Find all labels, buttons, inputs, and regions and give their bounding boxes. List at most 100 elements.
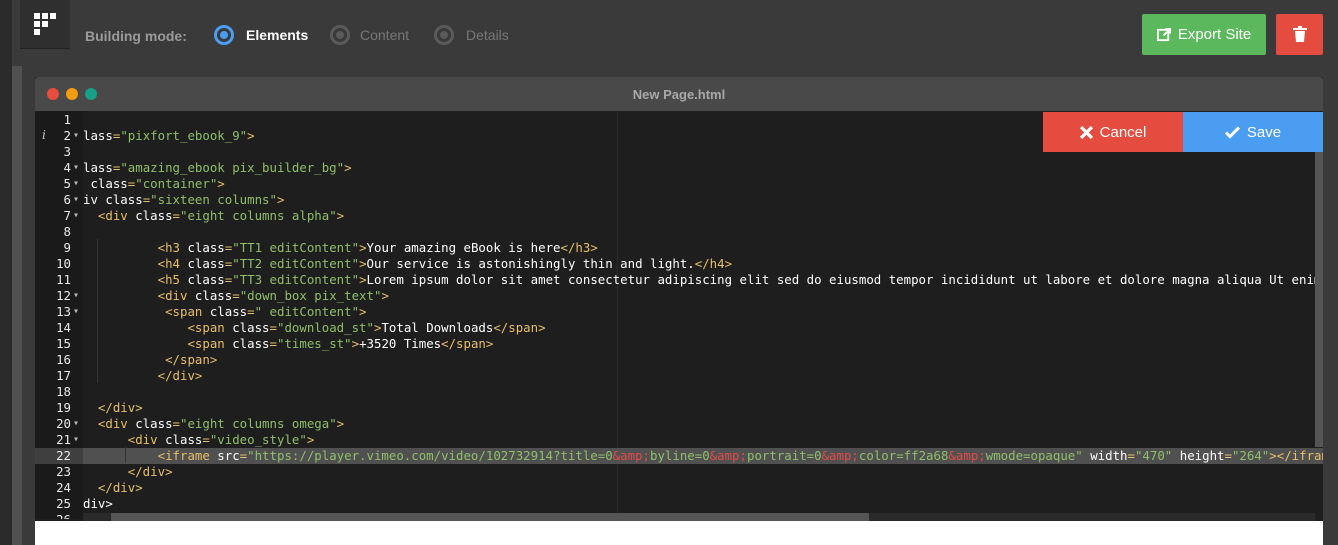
line-number: 20 (56, 416, 71, 431)
line-number: 17 (56, 368, 71, 383)
line-number: 23 (56, 464, 71, 479)
code-text: class="container"> (83, 176, 225, 191)
code-line[interactable]: 12 ▾ <div class="down_box pix_text"> (35, 288, 1323, 304)
code-text: <div class="eight columns omega"> (97, 416, 345, 431)
code-line[interactable]: 7 ▾ <div class="eight columns alpha"> (35, 208, 1323, 224)
radio-content[interactable] (330, 25, 350, 45)
code-text: <div class="video_style"> (127, 432, 315, 447)
save-button[interactable]: Save (1183, 112, 1323, 152)
code-line[interactable]: 11 <h5 class="TT3 editContent">Lorem ips… (35, 272, 1323, 288)
fold-toggle-icon[interactable]: ▾ (73, 432, 79, 448)
code-line[interactable]: 23 </div> (35, 464, 1323, 480)
code-line[interactable]: 16 </span> (35, 352, 1323, 368)
radio-details-label[interactable]: Details (466, 27, 509, 43)
radio-details[interactable] (434, 25, 454, 45)
code-text: div> (83, 496, 113, 511)
line-number: 2 (63, 128, 71, 143)
left-edge-panel (12, 66, 22, 545)
line-number: 3 (63, 144, 71, 159)
code-line[interactable]: 21 ▾ <div class="video_style"> (35, 432, 1323, 448)
line-number: 12 (56, 288, 71, 303)
code-line[interactable]: 24 </div> (35, 480, 1323, 496)
horizontal-scrollbar-thumb[interactable] (111, 513, 869, 521)
fold-toggle-icon[interactable]: ▾ (73, 416, 79, 432)
cancel-label: Cancel (1099, 123, 1147, 141)
code-editor-window: New Page.html i 1 2 ▾ lass="pixfort_ebook_9… (35, 77, 1323, 545)
code-line[interactable]: 9 <h3 class="TT1 editContent">Your amazi… (35, 240, 1323, 256)
fold-toggle-icon[interactable]: ▾ (73, 128, 79, 144)
window-titlebar: New Page.html (35, 77, 1323, 111)
line-number: 21 (56, 432, 71, 447)
fold-toggle-icon[interactable]: ▾ (73, 160, 79, 176)
code-line[interactable]: 19 </div> (35, 400, 1323, 416)
line-number: 15 (56, 336, 71, 351)
fold-toggle-icon[interactable]: ▾ (73, 208, 79, 224)
line-number: 1 (63, 112, 71, 127)
radio-elements-label[interactable]: Elements (246, 27, 308, 43)
code-text: <h3 class="TT1 editContent">Your amazing… (157, 240, 598, 255)
code-line[interactable]: 4 ▾ lass="amazing_ebook pix_builder_bg"> (35, 160, 1323, 176)
code-text: lass="pixfort_ebook_9"> (83, 128, 255, 143)
code-text: lass="amazing_ebook pix_builder_bg"> (83, 160, 352, 175)
code-text: iv class="sixteen columns"> (83, 192, 285, 207)
delete-button[interactable] (1276, 14, 1323, 55)
line-number: 26 (35, 512, 71, 519)
line-number: 14 (56, 320, 71, 335)
code-line[interactable]: 15 <span class="times_st">+3520 Times</s… (35, 336, 1323, 352)
external-link-icon (1156, 27, 1171, 42)
close-icon (1079, 125, 1093, 139)
fold-toggle-icon[interactable]: ▾ (73, 176, 79, 192)
vertical-scrollbar[interactable] (1315, 152, 1323, 447)
line-number: 10 (56, 256, 71, 271)
code-editor[interactable]: i 1 2 ▾ lass="pixfort_ebook_9"> 3 4 ▾ lass="ama… (35, 111, 1323, 519)
radio-elements[interactable] (214, 25, 234, 45)
line-number: 25 (56, 496, 71, 511)
line-number: 18 (56, 384, 71, 399)
left-edge (0, 0, 12, 545)
export-site-button[interactable]: Export Site (1142, 14, 1266, 55)
line-number: 9 (63, 240, 71, 255)
code-text: </span> (165, 352, 218, 367)
code-line[interactable]: 18 (35, 384, 1323, 400)
fold-toggle-icon[interactable]: ▾ (73, 288, 79, 304)
line-number: 19 (56, 400, 71, 415)
export-site-label: Export Site (1177, 26, 1252, 43)
code-line[interactable]: 5 ▾ class="container"> (35, 176, 1323, 192)
line-number: 16 (56, 352, 71, 367)
line-number: 22 (56, 448, 71, 463)
code-line[interactable]: 10 <h4 class="TT2 editContent">Our servi… (35, 256, 1323, 272)
line-number: 7 (63, 208, 71, 223)
line-number: 13 (56, 304, 71, 319)
building-mode-label: Building mode: (85, 28, 187, 44)
code-line[interactable]: 17 </div> (35, 368, 1323, 384)
code-line[interactable]: 25 div> (35, 496, 1323, 512)
code-text: <div class="eight columns alpha"> (97, 208, 345, 223)
trash-icon (1293, 26, 1307, 42)
code-line[interactable]: 20 ▾ <div class="eight columns omega"> (35, 416, 1323, 432)
cancel-button[interactable]: Cancel (1043, 112, 1183, 152)
code-line[interactable]: 13 ▾ <span class=" editContent"> (35, 304, 1323, 320)
fold-toggle-icon[interactable]: ▾ (73, 304, 79, 320)
line-number: 4 (63, 160, 71, 175)
window-title: New Page.html (632, 87, 726, 102)
line-number: 8 (63, 224, 71, 239)
code-text: <div class="down_box pix_text"> (157, 288, 389, 303)
code-text: <span class="download_st">Total Download… (187, 320, 546, 335)
code-line[interactable]: 8 (35, 224, 1323, 240)
code-text: </div> (97, 480, 143, 495)
radio-content-label[interactable]: Content (360, 27, 409, 43)
code-line[interactable]: 14 <span class="download_st">Total Downl… (35, 320, 1323, 336)
code-text: <span class=" editContent"> (165, 304, 367, 319)
code-line[interactable]: 6 ▾ iv class="sixteen columns"> (35, 192, 1323, 208)
preview-area (35, 521, 1323, 545)
fold-toggle-icon[interactable]: ▾ (73, 192, 79, 208)
code-text: <h4 class="TT2 editContent">Our service … (157, 256, 733, 271)
top-toolbar: Building mode: Elements Content Details … (0, 0, 1338, 68)
code-text: </div> (97, 400, 143, 415)
line-number: 24 (56, 480, 71, 495)
code-line[interactable]: 22 <iframe src="https://player.vimeo.com… (35, 448, 1323, 464)
menu-grid-button[interactable] (20, 0, 70, 49)
indent-guide (125, 447, 126, 463)
save-label: Save (1246, 123, 1282, 141)
code-text: </div> (157, 368, 203, 383)
